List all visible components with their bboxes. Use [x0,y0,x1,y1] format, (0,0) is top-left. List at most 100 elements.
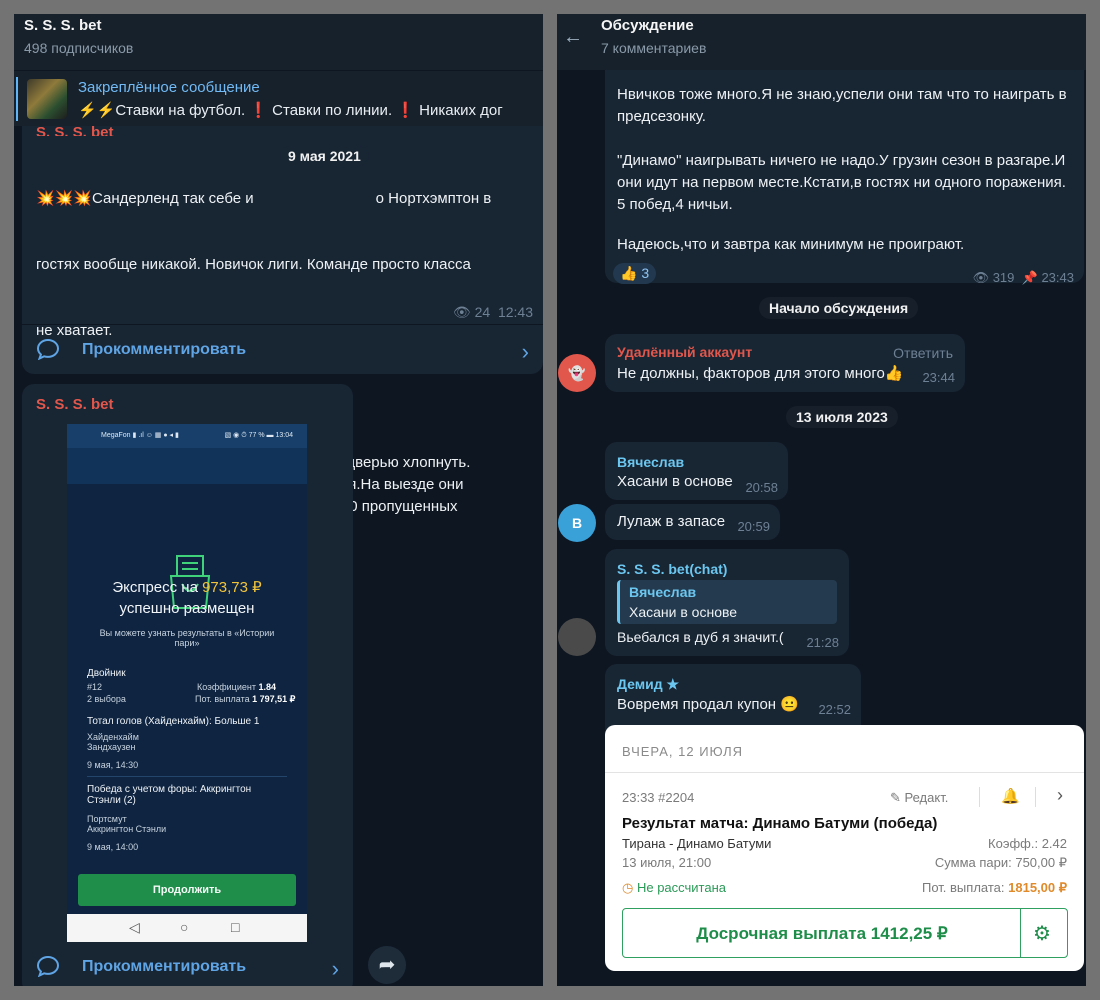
chevron-right-icon[interactable]: › [1057,785,1063,806]
date-pill: 13 июля 2023 [786,406,898,428]
bet-match: Тирана - Динамо Батуми [622,836,772,851]
payout-row: Пот. выплата 1 797,51 ₽ [195,694,296,704]
bet-number: #12 [87,682,103,692]
bet-stake: Сумма пари: 750,00 ₽ [934,855,1067,870]
comment-text: Вовремя продал купон 😐 [617,696,799,713]
quote-author: Вячеслав [629,584,697,600]
comment-button[interactable]: Прокомментировать › [22,942,353,986]
bet-confirmation: Экспресс на 973,73 ₽ успешно размещен Вы… [67,484,307,914]
clock-icon: ◷ [622,880,634,895]
discussion-panel: ← Обсуждение 7 комментариев Нвичков тоже… [557,14,1086,986]
team: Портсмут [87,814,127,824]
pin-icon: 📌 [1021,270,1038,285]
thumbs-up-icon: 👍 [620,265,638,281]
original-post: Нвичков тоже много.Я не знаю,успели они … [605,70,1084,285]
comment-text: Лулаж в запасе [617,513,726,530]
discussion-start-pill: Начало обсуждения [759,297,919,319]
bet-title: Результат матча: Динамо Батуми (победа) [622,815,938,832]
pinned-thumbnail [27,79,67,119]
comment-icon [36,338,60,360]
back-nav-icon: ◁ [129,919,140,935]
reply-link[interactable]: Ответить [893,345,953,361]
post-line: предсезонку. [617,108,706,125]
bet-status: ◷ Не рассчитана [622,880,726,895]
bet-line-2: Победа с учетом форы: Аккрингтон Стэнли … [87,784,252,806]
author-name: Демид ★ [617,676,680,692]
bet-type: Двойник [87,668,126,679]
ghost-avatar: 👻 [558,354,596,392]
divider [87,776,287,777]
team: Аккрингтон Стэнли [87,824,167,834]
subscriber-count: 498 подписчиков [24,40,134,56]
share-arrow-icon: ➦ [378,954,396,976]
bet-screenshot[interactable]: MegaFon ▮ .ıl ☺ ▦ ● ◂ ▮ ▧ ◉ ⏱ 77 % ▬ 13:… [67,424,307,942]
comment-vyacheslav[interactable]: Вячеслав Хасани в основе 20:58 [605,442,788,500]
bet-coupon-card: ВЧЕРА, 12 ИЮЛЯ 23:33 #2204 ✎ Редакт. 🔔 ›… [605,725,1084,971]
channel-panel: S. S. S. bet 498 подписчиков Закреплённо… [14,14,543,986]
bet-line-1: Тотал голов (Хайденхайм): Больше 1 [87,716,260,727]
match-date: 9 мая, 14:00 [87,842,139,852]
edit-button[interactable]: ✎ Редакт. [890,790,948,806]
eye-icon: 👁 [452,304,471,320]
comment-button[interactable]: Прокомментировать › [22,324,543,374]
pencil-icon: ✎ [890,790,905,805]
comment-time: 20:58 [745,480,778,495]
divider [1035,787,1036,807]
quote-text: Хасани в основе [629,604,738,620]
koef-row: Коэффициент 1.84 [197,682,277,692]
author-name: Удалённый аккаунт [617,344,753,360]
phone-status-bar: MegaFon ▮ .ıl ☺ ▦ ● ◂ ▮ ▧ ◉ ⏱ 77 % ▬ 13:… [67,424,307,448]
bet-date: 13 июля, 21:00 [622,855,712,870]
bet-choices: 2 выбора [87,694,126,704]
pinned-text: ⚡⚡Ставки на футбол. ❗ Ставки по линии. ❗… [78,102,503,119]
bell-icon[interactable]: 🔔 [1001,787,1020,805]
comment-vyacheslav-2[interactable]: Лулаж в запасе 20:59 [605,504,780,540]
comment-time: 22:52 [818,702,851,717]
comment-text: Хасани в основе [617,473,733,490]
post-line: "Динамо" наигрывать ничего не надо.У гру… [617,152,1066,169]
comment-icon [36,955,60,977]
divider [979,787,980,807]
gear-icon[interactable]: ⚙ [1033,921,1051,946]
comment-count: 7 комментариев [601,40,707,56]
back-arrow-icon[interactable]: ← [563,26,583,49]
eye-icon: 👁 [972,270,990,285]
discussion-title: Обсуждение [601,17,694,34]
date-pill: 9 мая 2021 [280,146,369,166]
post-meta: 👁 319 📌 23:43 [972,270,1074,285]
express-status: успешно размещен [119,600,255,617]
home-nav-icon: ○ [180,919,189,935]
channel-post: S. S. S. bet 💥💥💥Сандерленд так себе ио Н… [22,124,543,537]
match-date: 9 мая, 14:30 [87,760,139,770]
post-line: Нвичков тоже много.Я не знаю,успели они … [617,86,1067,103]
comment-text: Вьебался в дуб я значит.( [617,629,784,645]
recents-nav-icon: □ [231,919,240,935]
avatar-v: В [558,504,596,542]
discussion-header: ← Обсуждение 7 комментариев [557,14,1086,70]
chevron-right-icon: › [521,339,529,364]
comment-label: Прокомментировать [82,958,247,975]
quoted-reply[interactable]: Вячеслав Хасани в основе [617,580,837,624]
post-meta: 👁 24 12:43 [452,304,533,320]
divider [1020,909,1021,957]
comment-text: Не должны, факторов для этого много👍 [617,365,904,382]
team: Зандхаузен [87,742,136,752]
comment-chat[interactable]: S. S. S. bet(chat) Вячеслав Хасани в осн… [605,549,849,656]
comment-deleted[interactable]: Удалённый аккаунт Ответить Не должны, фа… [605,334,965,392]
share-button[interactable]: ➦ [368,946,406,984]
card-date-header: ВЧЕРА, 12 ИЮЛЯ [622,744,744,759]
channel-title: S. S. S. bet [24,17,102,34]
pinned-title: Закреплённое сообщение [78,79,260,96]
continue-button[interactable]: Продолжить [78,874,296,906]
bet-koef: Коэфф.: 2.42 [988,836,1067,851]
post-line: Надеюсь,что и завтра как минимум не прои… [617,236,965,253]
author-name: S. S. S. bet(chat) [617,561,728,577]
early-payout-button[interactable]: Досрочная выплата 1412,25 ₽ ⚙ [622,908,1068,958]
reaction-like[interactable]: 👍 3 [613,263,657,284]
reaction-count: 3 [641,265,650,281]
channel-header[interactable]: S. S. S. bet 498 подписчиков [14,14,543,70]
express-line: Экспресс на 973,73 ₽ [112,579,262,596]
pinned-message[interactable]: Закреплённое сообщение ⚡⚡Ставки на футбо… [14,70,543,126]
history-hint: Вы можете узнать результаты в «Истории п… [99,628,275,648]
post-line: они идут на первом месте.Кстати,в гостях… [617,174,1066,191]
